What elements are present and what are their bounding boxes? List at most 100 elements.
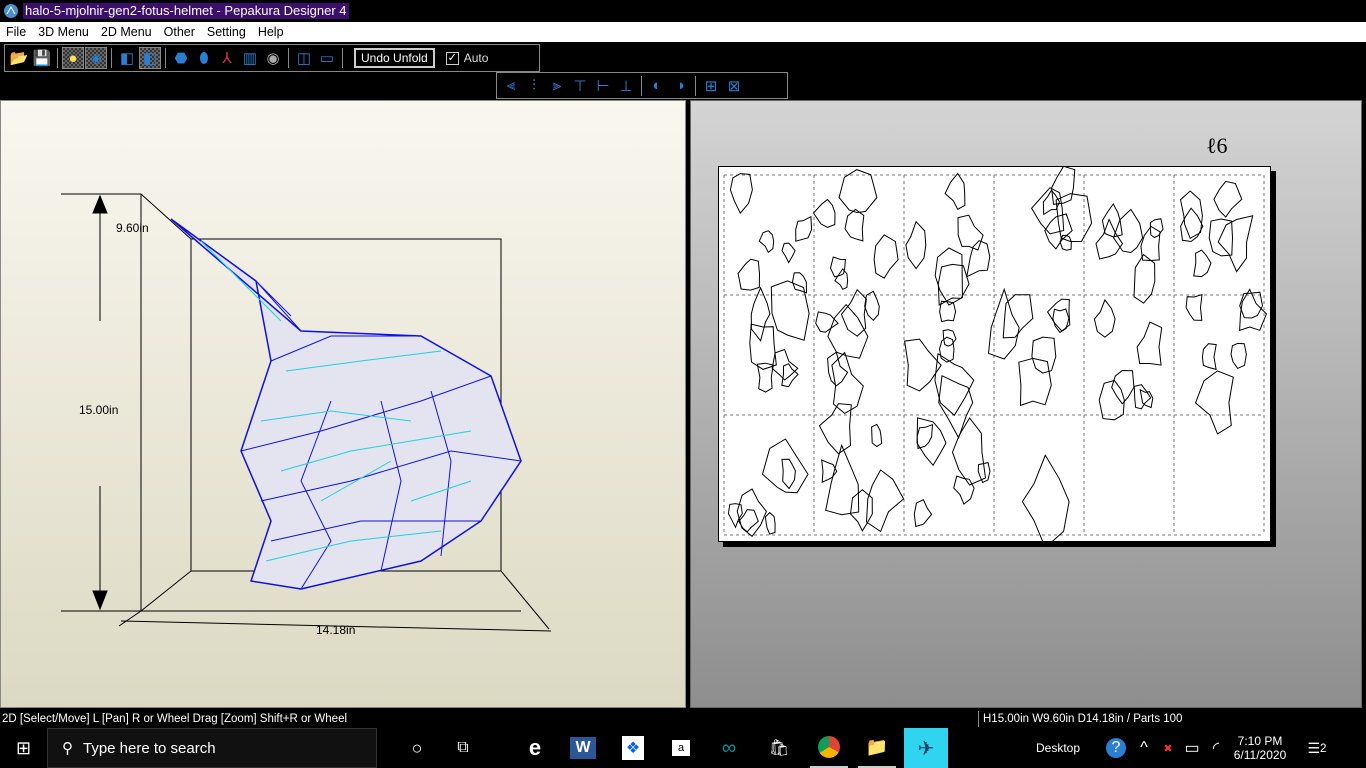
unfolded-part[interactable]	[1194, 370, 1234, 435]
unfolded-part[interactable]	[937, 263, 970, 306]
unfolded-part[interactable]	[905, 220, 927, 270]
unfolded-part[interactable]	[736, 488, 767, 538]
undo-unfold-button[interactable]: Undo Unfold	[354, 48, 435, 68]
file-explorer-icon[interactable]: 📁	[858, 728, 896, 768]
unfolded-part[interactable]	[1051, 165, 1076, 205]
unfolded-part[interactable]	[916, 423, 934, 450]
start-button[interactable]: ⊞	[0, 728, 47, 768]
unfolded-part[interactable]	[764, 511, 776, 535]
network-error-icon[interactable]: ✖	[1158, 728, 1178, 768]
clock[interactable]: 7:10 PM 6/11/2020	[1228, 728, 1292, 768]
flip-right-icon[interactable]: ◑	[670, 76, 690, 96]
unfolded-part[interactable]	[834, 268, 849, 290]
word-icon[interactable]: W	[566, 728, 600, 768]
notifications-button[interactable]: ☰ 2	[1300, 728, 1334, 768]
menu-file[interactable]: File	[0, 25, 32, 39]
flip-left-icon[interactable]: ◐	[647, 76, 667, 96]
unfolded-part[interactable]	[1180, 207, 1204, 243]
unfolded-part[interactable]	[1111, 369, 1135, 405]
rotate-object-icon[interactable]: ⬣	[171, 48, 191, 68]
taskbar-search[interactable]: ⚲ Type here to search	[47, 728, 377, 768]
auto-checkbox[interactable]: ✓ Auto	[445, 51, 488, 65]
chrome-icon[interactable]	[810, 728, 848, 768]
texture-icon[interactable]: ◈	[85, 47, 107, 69]
unfolded-part[interactable]	[1052, 308, 1070, 334]
unfolded-part[interactable]	[812, 198, 836, 228]
view-settings-icon[interactable]: ◉	[263, 48, 283, 68]
unfolded-part[interactable]	[944, 172, 966, 210]
edge-icon[interactable]: e	[518, 728, 552, 768]
unfolded-part[interactable]	[781, 242, 796, 264]
distribute-v-icon[interactable]: ⊠	[724, 76, 744, 96]
unfolded-part[interactable]	[1133, 253, 1156, 304]
unfolded-part[interactable]	[825, 443, 860, 516]
menu-2d[interactable]: 2D Menu	[95, 25, 158, 39]
unfolded-part[interactable]	[951, 417, 987, 486]
unfolded-part[interactable]	[781, 458, 796, 490]
2d-view[interactable]: ℓ6	[690, 100, 1362, 708]
unfolded-part[interactable]	[838, 169, 878, 214]
menu-setting[interactable]: Setting	[201, 25, 252, 39]
dropbox-icon[interactable]: ❖	[616, 728, 650, 768]
unfolded-part[interactable]	[871, 423, 883, 448]
unfolded-part[interactable]	[758, 230, 775, 254]
unfolded-part[interactable]	[953, 475, 975, 505]
amazon-icon[interactable]: a	[664, 728, 698, 768]
unfolded-part[interactable]	[1230, 342, 1247, 370]
unfolded-part[interactable]	[939, 300, 957, 323]
3d-view[interactable]: 9.60in 15.00in 14.18in	[0, 100, 686, 708]
unfolded-part[interactable]	[864, 290, 880, 322]
unfolded-part[interactable]	[1239, 291, 1264, 319]
menu-help[interactable]: Help	[252, 25, 290, 39]
task-view-icon[interactable]: ⧉	[446, 728, 480, 768]
align-middle-icon[interactable]: ⊢	[593, 76, 613, 96]
menu-3d[interactable]: 3D Menu	[32, 25, 95, 39]
battery-icon[interactable]: ▭	[1182, 728, 1202, 768]
menu-other[interactable]: Other	[158, 25, 201, 39]
unfolded-part[interactable]	[1112, 208, 1144, 254]
align-top-icon[interactable]: ⊤	[570, 76, 590, 96]
align-center-icon[interactable]: ⫶	[524, 76, 544, 96]
unfolded-part[interactable]	[1133, 384, 1152, 410]
axis-icon[interactable]: ⅄	[217, 48, 237, 68]
save-icon[interactable]: 💾	[32, 48, 52, 68]
single-pane-icon[interactable]: ▭	[317, 48, 337, 68]
open-folder-icon[interactable]: 📂	[9, 48, 29, 68]
split-icon[interactable]: ▥	[240, 48, 260, 68]
unfolded-part[interactable]	[1021, 454, 1070, 549]
select-3d-icon[interactable]: ◧	[117, 48, 137, 68]
two-pane-icon[interactable]: ◫	[294, 48, 314, 68]
align-right-icon[interactable]: ⫸	[547, 76, 567, 96]
unfolded-part[interactable]	[729, 173, 753, 215]
unfolded-part[interactable]	[795, 215, 813, 242]
unfolded-part[interactable]	[1031, 336, 1057, 374]
unfolded-part[interactable]	[737, 258, 761, 291]
desktop-toolbar[interactable]: Desktop	[1028, 728, 1088, 768]
wifi-icon[interactable]: ◜	[1206, 728, 1226, 768]
align-left-icon[interactable]: ⫷	[501, 76, 521, 96]
unfolded-part[interactable]	[829, 256, 846, 278]
distribute-h-icon[interactable]: ⊞	[701, 76, 721, 96]
unfolded-part[interactable]	[1149, 218, 1164, 239]
unfolded-part[interactable]	[913, 499, 933, 528]
select-face-icon[interactable]: ◧	[139, 47, 161, 69]
unfolded-part[interactable]	[1185, 294, 1203, 321]
unfolded-part[interactable]	[873, 234, 899, 279]
unfolded-part[interactable]	[1193, 249, 1212, 278]
cortana-icon[interactable]: ○	[400, 728, 434, 768]
unfolded-part[interactable]	[750, 286, 771, 342]
unfolded-part[interactable]	[966, 240, 991, 278]
arduino-icon[interactable]: ∞	[712, 728, 746, 768]
pepakura-taskbar-icon[interactable]: ✈	[904, 728, 948, 768]
unfolded-part[interactable]	[1201, 343, 1217, 371]
unfolded-part[interactable]	[1213, 180, 1243, 218]
show-hidden-icons[interactable]: ^	[1134, 728, 1154, 768]
help-tray-icon[interactable]: ?	[1102, 728, 1130, 768]
unfolded-part[interactable]	[827, 351, 849, 387]
unfolded-part[interactable]	[1139, 388, 1154, 409]
unfolded-part[interactable]	[1093, 298, 1116, 338]
unfolded-part[interactable]	[938, 336, 955, 363]
unfolded-part[interactable]	[770, 280, 810, 341]
unfolded-part[interactable]	[1059, 234, 1072, 251]
unfolded-part[interactable]	[1179, 190, 1203, 240]
